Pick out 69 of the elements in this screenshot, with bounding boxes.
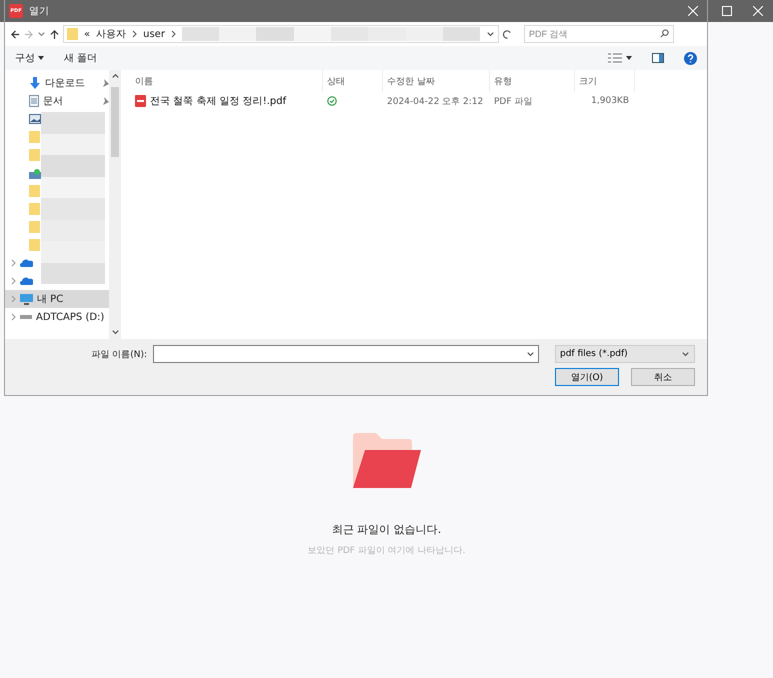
navigation-item[interactable]: 다운로드 — [5, 74, 109, 92]
image-icon — [29, 114, 41, 124]
open-button[interactable]: 열기(O) — [555, 368, 619, 386]
check-circle-icon — [327, 96, 337, 106]
folder-icon — [29, 203, 40, 215]
column-header[interactable]: 수정한 날짜 — [383, 70, 490, 92]
file-name-field[interactable] — [153, 345, 539, 363]
expand-chevron-icon — [11, 277, 16, 285]
dropdown-arrow-icon — [11, 30, 20, 38]
monitor-icon — [20, 294, 33, 304]
folder-icon — [67, 28, 78, 40]
folder-icon — [29, 239, 40, 251]
file-name-label: 파일 이름(N): — [91, 348, 147, 360]
caret-icon — [38, 56, 44, 60]
folder-icon — [29, 149, 40, 161]
recent-locations-button[interactable] — [37, 30, 46, 38]
help-button[interactable] — [684, 52, 697, 64]
dialog-title: 열기 — [29, 5, 50, 18]
chevron-icon — [132, 30, 138, 38]
dropdown-arrow-icon — [50, 30, 59, 38]
navigation-item[interactable]: 내 PC — [5, 290, 109, 308]
empty-state-title: 최근 파일이 없습니다. — [332, 522, 442, 537]
close-icon — [752, 6, 762, 16]
cloud-icon — [20, 259, 33, 267]
back-button[interactable] — [11, 30, 20, 38]
file-name-cell[interactable]: 전국 철쭉 축제 일정 정리!.pdf — [131, 94, 323, 108]
column-header[interactable]: 크기 — [575, 70, 635, 92]
search-icon — [660, 29, 669, 38]
view-options-button[interactable] — [608, 53, 632, 63]
cancel-button[interactable]: 취소 — [631, 368, 695, 386]
download-arrow-icon — [29, 77, 41, 89]
folder-illustration — [350, 432, 422, 488]
breadcrumb-item[interactable]: « — [84, 28, 90, 40]
scrollbar-thumb[interactable] — [111, 87, 119, 157]
navigation-item[interactable]: 문서 — [5, 92, 109, 110]
folder-icon — [29, 221, 40, 233]
navigation-item[interactable]: ADTCAPS (D:) — [5, 308, 109, 326]
empty-state-subtitle: 보았던 PDF 파일이 여기에 나타납니다. — [308, 545, 466, 557]
scrollbar[interactable] — [109, 70, 121, 339]
column-header[interactable]: 유형 — [490, 70, 575, 92]
network-folder-icon — [29, 168, 41, 178]
column-header[interactable]: 상태 — [323, 70, 383, 92]
dropdown-arrow-icon — [24, 30, 33, 38]
folder-icon — [29, 131, 40, 143]
pdf-file-icon — [135, 95, 146, 107]
expand-chevron-icon — [11, 259, 16, 267]
up-button[interactable] — [50, 30, 59, 38]
file-type-dropdown[interactable]: pdf files (*.pdf) — [555, 345, 695, 363]
organize-menu-button[interactable]: 구성 — [15, 51, 44, 65]
chevron-icon — [170, 30, 176, 38]
column-header[interactable]: 이름 — [131, 70, 323, 92]
breadcrumb-item[interactable]: user — [143, 28, 165, 40]
search-field[interactable]: PDF 검색 — [524, 25, 674, 43]
type-cell-text: PDF 파일 — [493, 96, 534, 108]
document-icon — [29, 95, 39, 107]
date-cell-text: 2024-04-22 오후 2:12 — [386, 96, 484, 108]
cloud-icon — [20, 277, 33, 285]
refresh-button[interactable] — [503, 30, 512, 38]
folder-icon — [29, 185, 40, 197]
address-bar[interactable]: « 사용자 user — [63, 25, 499, 43]
size-cell-text: 1,903KB — [590, 96, 630, 106]
expand-chevron-icon — [11, 313, 16, 321]
new-folder-button[interactable]: 새 폴더 — [64, 51, 98, 65]
drive-icon — [20, 314, 32, 320]
preview-pane-button[interactable] — [652, 53, 664, 63]
breadcrumb-item[interactable]: 사용자 — [96, 27, 126, 41]
maximize-icon — [722, 6, 732, 16]
expand-chevron-icon — [11, 295, 16, 303]
close-icon — [688, 6, 698, 16]
